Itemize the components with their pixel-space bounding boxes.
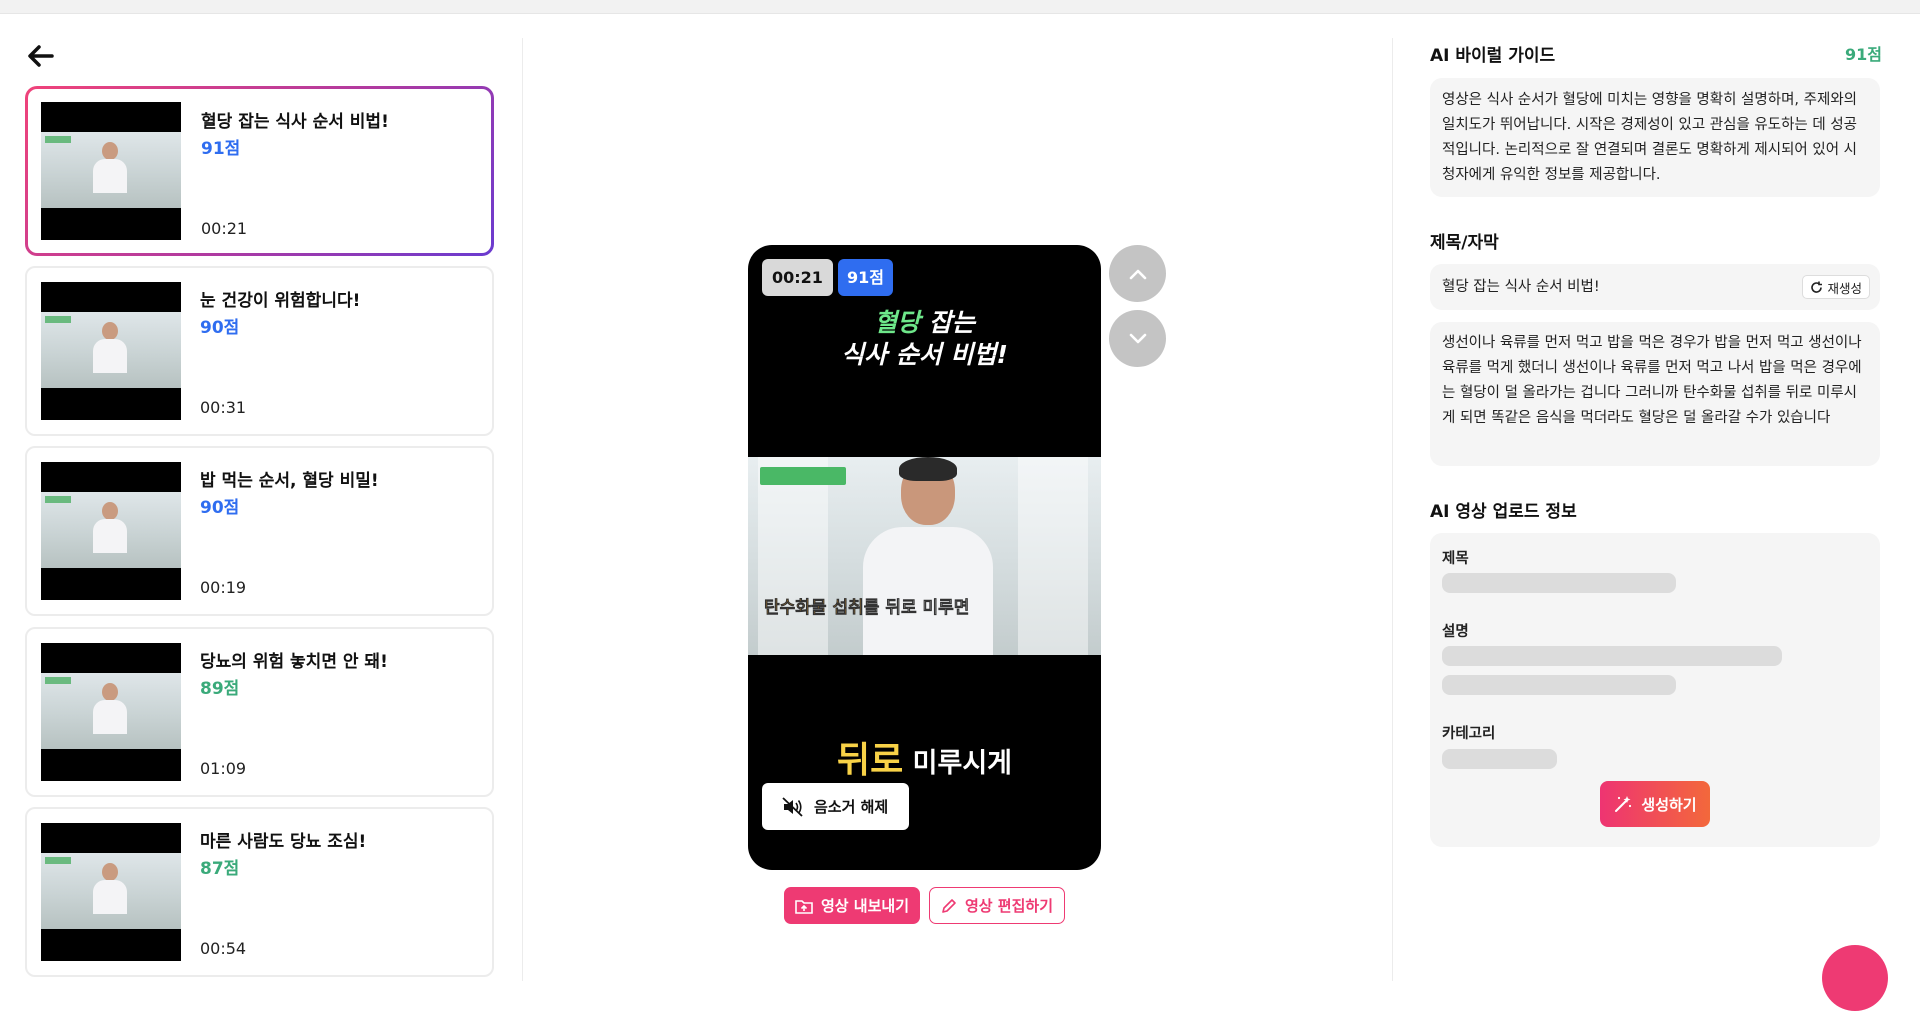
upload-title-label: 제목 [1442, 547, 1469, 568]
headline-line2: 식사 순서 비법! [748, 339, 1101, 371]
video-thumbnail [41, 102, 181, 240]
title-caption-heading: 제목/자막 [1430, 228, 1499, 253]
video-score: 90점 [200, 493, 239, 518]
video-duration: 01:09 [200, 759, 246, 778]
magic-wand-icon [1613, 794, 1633, 814]
duration-badge: 00:21 [762, 259, 833, 296]
refresh-icon [1810, 281, 1823, 294]
desc-skeleton [1442, 675, 1676, 695]
edit-video-button[interactable]: 영상 편집하기 [929, 887, 1065, 924]
video-score: 90점 [200, 313, 239, 338]
guide-score: 91점 [1845, 41, 1882, 65]
title-skeleton [1442, 573, 1676, 593]
preview-subtitle: 뒤로 미루시게 [748, 731, 1101, 783]
caption-panel[interactable]: 생선이나 육류를 먼저 먹고 밥을 먹은 경우가 밥을 먼저 먹고 생선이나 육… [1430, 322, 1880, 466]
guide-heading: AI 바이럴 가이드 [1430, 41, 1555, 66]
title-field[interactable]: 혈당 잡는 식사 순서 비법! 재생성 [1430, 264, 1880, 310]
regenerate-label: 재생성 [1827, 278, 1862, 297]
video-duration: 00:21 [201, 219, 247, 238]
video-preview[interactable]: 00:21 91점 혈당 잡는 식사 순서 비법! 탄수화물 섭취를 뒤로 미루… [748, 245, 1101, 870]
video-card-2[interactable]: 눈 건강이 위험합니다! 90점 00:31 [25, 266, 494, 436]
score-badge: 91점 [838, 259, 893, 296]
chevron-up-icon [1128, 268, 1148, 280]
guide-panel: 영상은 식사 순서가 혈당에 미치는 영향을 명확히 설명하며, 주제와의 일치… [1430, 78, 1880, 197]
upload-desc-label: 설명 [1442, 620, 1469, 641]
video-card-4[interactable]: 당뇨의 위험 놓치면 안 돼! 89점 01:09 [25, 627, 494, 797]
video-score: 87점 [200, 854, 239, 879]
video-frame: 탄수화물 섭취를 뒤로 미루면 [748, 457, 1101, 655]
caption-text: 생선이나 육류를 먼저 먹고 밥을 먹은 경우가 밥을 먼저 먹고 생선이나 육… [1442, 331, 1868, 431]
video-score: 91점 [201, 134, 240, 159]
headline-rest: 잡는 [920, 308, 975, 337]
video-card-5[interactable]: 마른 사람도 당뇨 조심! 87점 00:54 [25, 807, 494, 977]
pencil-icon [941, 898, 957, 914]
folder-export-icon [795, 898, 813, 914]
preview-headline: 혈당 잡는 식사 순서 비법! [748, 307, 1101, 371]
video-title: 혈당 잡는 식사 순서 비법! [201, 107, 389, 132]
export-video-button[interactable]: 영상 내보내기 [784, 887, 920, 924]
next-video-button[interactable] [1109, 310, 1166, 367]
generate-button[interactable]: 생성하기 [1600, 781, 1710, 827]
top-bar [0, 0, 1920, 14]
video-duration: 00:54 [200, 939, 246, 958]
speaker-mute-icon [782, 797, 804, 817]
channel-logo [760, 467, 846, 485]
regenerate-button[interactable]: 재생성 [1802, 275, 1870, 299]
previous-video-button[interactable] [1109, 245, 1166, 302]
upload-category-label: 카테고리 [1442, 722, 1495, 743]
video-thumbnail [41, 462, 181, 600]
video-duration: 00:31 [200, 398, 246, 417]
column-divider [1392, 38, 1393, 981]
column-divider [522, 38, 523, 981]
arrow-left-icon [26, 42, 56, 70]
video-thumbnail [41, 823, 181, 961]
video-duration: 00:19 [200, 578, 246, 597]
video-title: 마른 사람도 당뇨 조심! [200, 827, 366, 852]
guide-text: 영상은 식사 순서가 혈당에 미치는 영향을 명확히 설명하며, 주제와의 일치… [1442, 88, 1868, 188]
video-card-1[interactable]: 혈당 잡는 식사 순서 비법! 91점 00:21 [25, 86, 494, 256]
video-score: 89점 [200, 674, 239, 699]
back-button[interactable] [26, 42, 56, 70]
chevron-down-icon [1128, 333, 1148, 345]
video-thumbnail [41, 643, 181, 781]
export-label: 영상 내보내기 [821, 895, 909, 916]
desc-skeleton [1442, 646, 1782, 666]
edit-label: 영상 편집하기 [965, 895, 1053, 916]
upload-info-heading: AI 영상 업로드 정보 [1430, 497, 1577, 522]
video-title: 눈 건강이 위험합니다! [200, 286, 360, 311]
video-title: 당뇨의 위험 놓치면 안 돼! [200, 647, 388, 672]
video-thumbnail [41, 282, 181, 420]
unmute-label: 음소거 해제 [814, 796, 888, 817]
video-card-3[interactable]: 밥 먹는 순서, 혈당 비밀! 90점 00:19 [25, 446, 494, 616]
category-skeleton [1442, 749, 1557, 769]
video-title: 밥 먹는 순서, 혈당 비밀! [200, 466, 379, 491]
video-burned-caption: 탄수화물 섭취를 뒤로 미루면 [764, 593, 969, 618]
chat-fab-button[interactable] [1822, 945, 1888, 1011]
upload-info-panel: 제목 설명 카테고리 생성하기 [1430, 533, 1880, 847]
unmute-button[interactable]: 음소거 해제 [762, 783, 909, 830]
headline-highlight: 혈당 [874, 308, 920, 337]
generate-label: 생성하기 [1641, 794, 1696, 815]
